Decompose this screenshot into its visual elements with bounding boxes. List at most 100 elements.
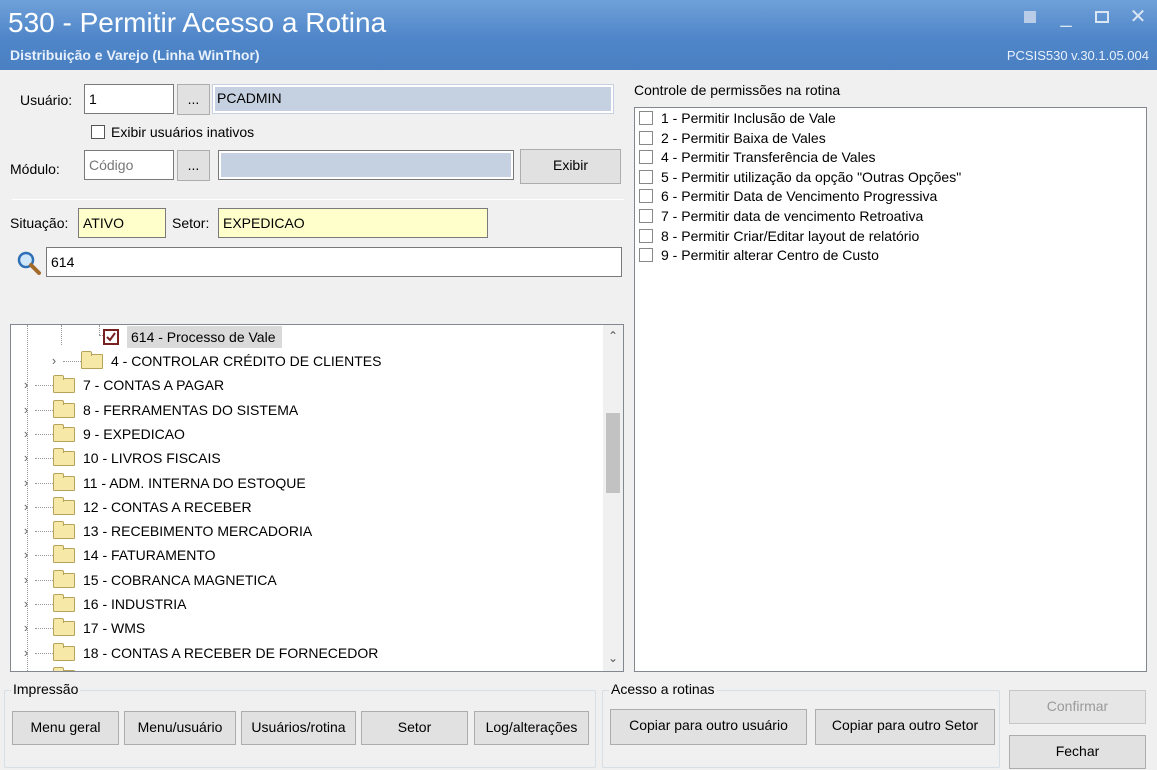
permissions-title-text: Controle de permissões na rotina (634, 82, 841, 98)
chevron-right-icon[interactable]: › (21, 641, 31, 665)
folder-icon (53, 472, 75, 491)
print-general-menu-button[interactable]: Menu geral (12, 711, 119, 745)
tree-item-label: 11 - ADM. INTERNA DO ESTOQUE (83, 474, 306, 491)
situation-input[interactable]: ATIVO (78, 208, 166, 238)
chevron-right-icon[interactable]: › (49, 349, 59, 373)
print-user-menu-button[interactable]: Menu/usuário (124, 711, 236, 745)
tree-item-label: 18 - CONTAS A RECEBER DE FORNECEDOR (83, 644, 379, 661)
tree-item-checkbox[interactable] (103, 329, 119, 345)
permissions-title: Controle de permissões na rotina (634, 82, 840, 98)
permission-checkbox[interactable] (639, 130, 653, 145)
copy-to-user-button[interactable]: Copiar para outro usuário (610, 709, 807, 745)
show-button[interactable]: Exibir (520, 149, 621, 184)
chevron-right-icon[interactable]: › (21, 568, 31, 592)
user-name-field: PCADMIN (212, 84, 614, 114)
folder-icon (53, 496, 75, 515)
tree-guide-line (35, 458, 53, 460)
user-name-value: PCADMIN (215, 87, 611, 111)
chevron-right-icon[interactable]: › (21, 665, 31, 671)
tree-item[interactable]: › 18 - CONTAS A RECEBER DE FORNECEDOR (21, 641, 541, 665)
module-name-field (218, 150, 514, 180)
module-code-input[interactable]: Código (84, 150, 174, 180)
user-label: Usuário: (20, 92, 73, 108)
tree-item-label: 19 - CALL CENTER (83, 665, 207, 671)
tree-guide-line (35, 482, 53, 484)
chevron-right-icon[interactable]: › (21, 543, 31, 567)
tree-item[interactable]: › 7 - CONTAS A PAGAR (21, 373, 541, 397)
window-controls: _ ✕ (1019, 6, 1149, 28)
folder-icon (53, 399, 75, 418)
tree-item[interactable]: › 13 - RECEBIMENTO MERCADORIA (21, 519, 541, 543)
permission-checkbox[interactable] (639, 150, 653, 165)
permission-label: 2 - Permitir Baixa de Vales (661, 129, 826, 146)
user-code-input[interactable]: 1 (84, 84, 174, 114)
maximize-icon[interactable] (1091, 6, 1113, 28)
title-bar: 530 - Permitir Acesso a Rotina Distribui… (0, 0, 1157, 70)
permission-label: 4 - Permitir Transferência de Vales (661, 149, 876, 166)
tree-item[interactable]: › 19 - CALL CENTER (21, 665, 541, 671)
chevron-right-icon[interactable]: › (21, 519, 31, 543)
permission-label: 9 - Permitir alterar Centro de Custo (661, 247, 879, 264)
separator (12, 199, 624, 200)
permission-checkbox[interactable] (639, 209, 653, 223)
scroll-down-icon[interactable]: ⌄ (603, 651, 623, 669)
minimize-icon[interactable]: _ (1055, 6, 1077, 28)
sector-label: Setor: (172, 215, 210, 231)
search-input[interactable]: 614 (46, 247, 622, 277)
permission-checkbox[interactable] (639, 248, 653, 263)
user-lookup-button[interactable]: ... (177, 84, 210, 115)
permission-checkbox[interactable] (639, 228, 653, 243)
module-lookup-button[interactable]: ... (177, 150, 210, 181)
tree-item-label: 7 - CONTAS A PAGAR (83, 377, 225, 394)
tree-item[interactable]: › 17 - WMS (21, 616, 541, 640)
chevron-right-icon[interactable]: › (21, 471, 31, 495)
copy-to-sector-button[interactable]: Copiar para outro Setor (815, 709, 995, 745)
show-inactive-checkbox[interactable] (91, 125, 105, 139)
sector-input[interactable]: EXPEDICAO (218, 208, 488, 238)
permission-label: 6 - Permitir Data de Vencimento Progress… (661, 188, 938, 205)
permission-checkbox[interactable] (639, 189, 653, 204)
chevron-right-icon[interactable]: › (21, 373, 31, 397)
tree-item[interactable]: › 15 - COBRANCA MAGNETICA (21, 568, 541, 592)
close-icon[interactable]: ✕ (1127, 6, 1149, 28)
tree-guide-line (35, 652, 53, 654)
chevron-right-icon[interactable]: › (21, 422, 31, 446)
chevron-right-icon[interactable]: › (21, 495, 31, 519)
tree-item[interactable]: › 11 - ADM. INTERNA DO ESTOQUE (21, 471, 541, 495)
tree-item[interactable]: › 12 - CONTAS A RECEBER (21, 495, 541, 519)
close-button[interactable]: Fechar (1009, 735, 1146, 769)
tree-item-label: 12 - CONTAS A RECEBER (83, 498, 252, 515)
scroll-up-icon[interactable]: ⌃ (603, 329, 623, 347)
tree-item[interactable]: › 4 - CONTROLAR CRÉDITO DE CLIENTES (49, 349, 569, 373)
search-icon (16, 250, 42, 276)
chevron-right-icon[interactable]: › (21, 616, 31, 640)
tree-item-label: 13 - RECEBIMENTO MERCADORIA (83, 523, 313, 540)
chevron-right-icon[interactable]: › (21, 446, 31, 470)
print-users-routine-button[interactable]: Usuários/rotina (241, 711, 356, 745)
permission-checkbox[interactable] (639, 111, 653, 125)
tree-guide-line (35, 555, 53, 557)
tree-item[interactable]: › 8 - FERRAMENTAS DO SISTEMA (21, 398, 541, 422)
tree-item[interactable]: › 14 - FATURAMENTO (21, 543, 541, 567)
chevron-right-icon[interactable]: › (21, 398, 31, 422)
tree-item[interactable]: › 16 - INDUSTRIA (21, 592, 541, 616)
permission-label: 8 - Permitir Criar/Editar layout de rela… (661, 227, 920, 244)
scroll-thumb[interactable] (606, 413, 620, 493)
permission-checkbox[interactable] (639, 169, 653, 184)
print-sector-button[interactable]: Setor (361, 711, 468, 745)
tree-item[interactable]: › 9 - EXPEDICAO (21, 422, 541, 446)
theme-icon[interactable] (1019, 6, 1041, 28)
tree-item[interactable]: › 10 - LIVROS FISCAIS (21, 446, 541, 470)
tree-selected-row[interactable]: 614 - Processo de Vale (103, 325, 303, 349)
module-name-value (221, 153, 511, 177)
module-tree[interactable]: 614 - Processo de Vale › 4 - CONTROLAR CR… (10, 324, 624, 672)
tree-scrollbar[interactable]: ⌃ ⌄ (603, 325, 623, 671)
chevron-right-icon[interactable]: › (21, 592, 31, 616)
confirm-button[interactable]: Confirmar (1009, 690, 1146, 724)
tree-item-label: 8 - FERRAMENTAS DO SISTEMA (83, 401, 299, 418)
tree-guide-line (35, 531, 53, 533)
tree-item-label: 14 - FATURAMENTO (83, 547, 216, 564)
print-log-button[interactable]: Log/alterações (474, 711, 589, 745)
folder-icon (53, 521, 75, 540)
tree-item-label: 4 - CONTROLAR CRÉDITO DE CLIENTES (111, 353, 382, 369)
